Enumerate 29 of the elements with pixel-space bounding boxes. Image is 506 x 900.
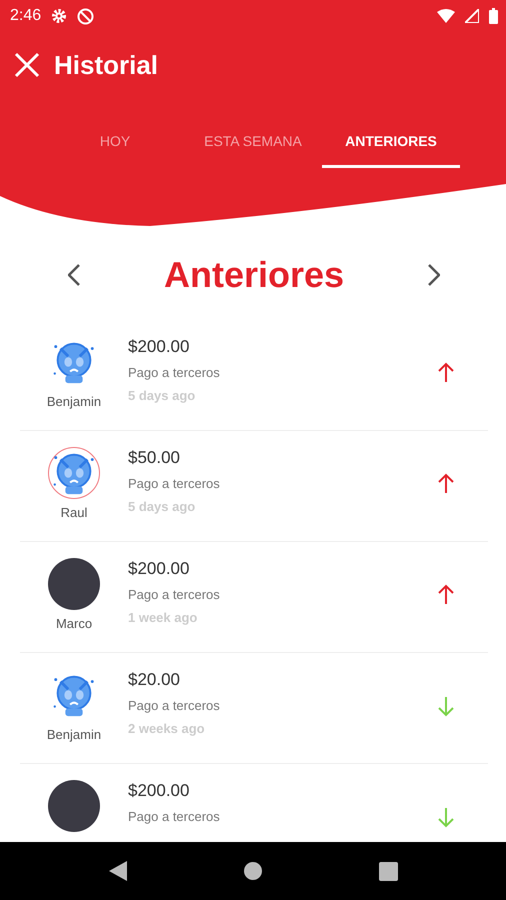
description: Pago a terceros [128,365,221,380]
recents-button[interactable] [378,862,398,880]
settings-icon [51,8,68,24]
home-button[interactable] [244,862,262,880]
description: Pago a terceros [128,587,221,602]
close-icon[interactable] [14,52,40,78]
description: Pago a terceros [128,809,221,824]
amount: $50.00 [128,448,181,468]
period-title: Anteriores [164,254,344,296]
amount: $200.00 [128,781,190,801]
amount: $20.00 [128,670,181,690]
amount: $200.00 [128,337,190,357]
tab[interactable]: HOY [46,108,184,174]
page-title: Historial [54,50,158,80]
tab[interactable]: ANTERIORES [322,108,460,174]
circle-slash-icon [77,8,94,24]
description: Pago a terceros [128,476,221,491]
contact-name: Benjamin [46,727,102,742]
clock: 2:46 [10,7,42,25]
wifi-icon [437,9,455,23]
contact-name: Marco [56,616,92,631]
contact-name: Raul [60,505,88,520]
tab[interactable]: ESTA SEMANA [184,108,322,174]
contact-name: Benjamin [46,394,102,409]
back-button[interactable] [108,861,126,881]
battery-icon [489,8,498,24]
amount: $200.00 [128,559,190,579]
description: Pago a terceros [128,698,221,713]
signal-icon [465,9,479,23]
